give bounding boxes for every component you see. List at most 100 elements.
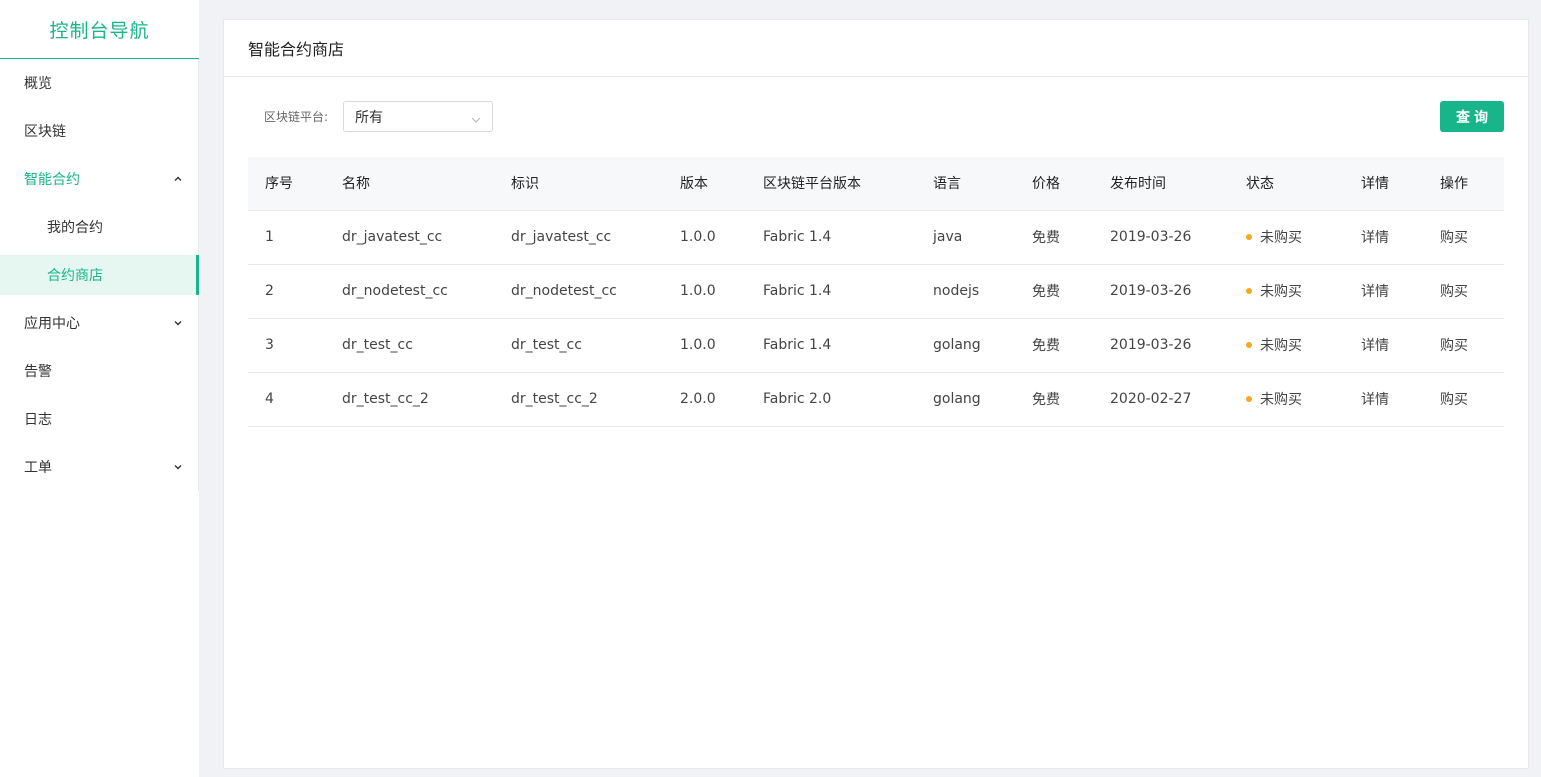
cell-name: dr_nodetest_cc xyxy=(342,264,511,319)
cell-version: 1.0.0 xyxy=(680,318,763,373)
cell-version: 2.0.0 xyxy=(680,372,763,427)
table-row: 3 dr_test_cc dr_test_cc 1.0.0 Fabric 1.4… xyxy=(248,318,1504,373)
cell-platform: Fabric 1.4 xyxy=(763,318,933,373)
detail-link[interactable]: 详情 xyxy=(1361,210,1440,265)
sidebar-item-label: 智能合约 xyxy=(24,172,80,188)
sidebar-item-app-center[interactable]: 应用中心 xyxy=(0,299,199,347)
buy-link[interactable]: 购买 xyxy=(1440,210,1504,265)
status-text: 未购买 xyxy=(1260,338,1302,354)
sidebar-item-overview[interactable]: 概览 xyxy=(0,59,199,107)
filter-bar: 区块链平台: 所有 查询 xyxy=(248,101,1504,133)
cell-id: dr_javatest_cc xyxy=(511,210,680,265)
detail-link[interactable]: 详情 xyxy=(1361,372,1440,427)
cell-language: java xyxy=(933,210,1032,265)
sidebar-item-smart-contract[interactable]: 智能合约 xyxy=(0,155,199,203)
platform-select[interactable]: 所有 xyxy=(343,101,493,132)
cell-name: dr_test_cc_2 xyxy=(342,372,511,427)
sidebar-item-label: 概览 xyxy=(24,76,52,92)
sidebar-item-contract-store[interactable]: 合约商店 xyxy=(0,255,199,295)
cell-price: 免费 xyxy=(1032,372,1110,427)
detail-link[interactable]: 详情 xyxy=(1361,318,1440,373)
sidebar-title: 控制台导航 xyxy=(0,0,199,59)
sidebar-item-blockchain[interactable]: 区块链 xyxy=(0,107,199,155)
cell-name: dr_javatest_cc xyxy=(342,210,511,265)
platform-select-value: 所有 xyxy=(355,109,383,126)
detail-link[interactable]: 详情 xyxy=(1361,264,1440,319)
cell-status: 未购买 xyxy=(1246,372,1361,427)
cell-price: 免费 xyxy=(1032,210,1110,265)
status-text: 未购买 xyxy=(1260,284,1302,300)
cell-language: nodejs xyxy=(933,264,1032,319)
buy-link[interactable]: 购买 xyxy=(1440,318,1504,373)
table-row: 4 dr_test_cc_2 dr_test_cc_2 2.0.0 Fabric… xyxy=(248,372,1504,427)
column-header: 语言 xyxy=(933,157,1032,211)
sidebar-item-label: 工单 xyxy=(24,460,52,476)
sidebar: 控制台导航 概览 区块链 智能合约 我的合约 合约商店 应用中心 告警 日志 工… xyxy=(0,0,199,777)
cell-status: 未购买 xyxy=(1246,318,1361,373)
sidebar-item-label: 我的合约 xyxy=(47,220,103,236)
cell-price: 免费 xyxy=(1032,318,1110,373)
query-button[interactable]: 查询 xyxy=(1440,101,1504,132)
column-header: 价格 xyxy=(1032,157,1110,211)
table-row: 1 dr_javatest_cc dr_javatest_cc 1.0.0 Fa… xyxy=(248,210,1504,265)
chevron-down-icon xyxy=(174,319,182,327)
sidebar-item-label: 告警 xyxy=(24,364,52,380)
column-header: 标识 xyxy=(511,157,680,211)
chevron-up-icon xyxy=(174,175,182,183)
column-header: 区块链平台版本 xyxy=(763,157,933,211)
main-panel: 智能合约商店 区块链平台: 所有 查询 序号 名称 标识 版本 区块链平台版本 … xyxy=(223,19,1529,769)
chevron-down-icon xyxy=(471,112,481,128)
sidebar-item-tickets[interactable]: 工单 xyxy=(0,443,199,491)
sidebar-item-alerts[interactable]: 告警 xyxy=(0,347,199,395)
sidebar-menu: 概览 区块链 智能合约 我的合约 合约商店 应用中心 告警 日志 工单 xyxy=(0,59,199,491)
status-dot-icon xyxy=(1246,396,1252,402)
table-row: 2 dr_nodetest_cc dr_nodetest_cc 1.0.0 Fa… xyxy=(248,264,1504,319)
buy-link[interactable]: 购买 xyxy=(1440,264,1504,319)
cell-language: golang xyxy=(933,372,1032,427)
platform-filter-label: 区块链平台: xyxy=(264,110,329,124)
cell-language: golang xyxy=(933,318,1032,373)
chevron-down-icon xyxy=(174,463,182,471)
cell-index: 3 xyxy=(248,318,342,373)
cell-status: 未购买 xyxy=(1246,264,1361,319)
contract-table: 序号 名称 标识 版本 区块链平台版本 语言 价格 发布时间 状态 详情 操作 … xyxy=(248,157,1504,427)
column-header: 版本 xyxy=(680,157,763,211)
status-text: 未购买 xyxy=(1260,392,1302,408)
cell-name: dr_test_cc xyxy=(342,318,511,373)
column-header: 序号 xyxy=(248,157,342,211)
column-header: 发布时间 xyxy=(1110,157,1246,211)
cell-platform: Fabric 1.4 xyxy=(763,210,933,265)
cell-date: 2019-03-26 xyxy=(1110,210,1246,265)
status-dot-icon xyxy=(1246,234,1252,240)
buy-link[interactable]: 购买 xyxy=(1440,372,1504,427)
column-header: 状态 xyxy=(1246,157,1361,211)
sidebar-item-label: 应用中心 xyxy=(24,316,80,332)
column-header: 名称 xyxy=(342,157,511,211)
cell-date: 2019-03-26 xyxy=(1110,318,1246,373)
cell-date: 2019-03-26 xyxy=(1110,264,1246,319)
sidebar-item-label: 合约商店 xyxy=(47,268,103,284)
cell-platform: Fabric 1.4 xyxy=(763,264,933,319)
sidebar-item-label: 区块链 xyxy=(24,124,66,140)
sidebar-item-label: 日志 xyxy=(24,412,52,428)
column-header: 操作 xyxy=(1440,157,1504,211)
cell-index: 1 xyxy=(248,210,342,265)
cell-version: 1.0.0 xyxy=(680,264,763,319)
sidebar-item-my-contracts[interactable]: 我的合约 xyxy=(0,203,199,251)
cell-id: dr_test_cc_2 xyxy=(511,372,680,427)
cell-status: 未购买 xyxy=(1246,210,1361,265)
cell-id: dr_nodetest_cc xyxy=(511,264,680,319)
status-dot-icon xyxy=(1246,342,1252,348)
cell-index: 4 xyxy=(248,372,342,427)
table-header-row: 序号 名称 标识 版本 区块链平台版本 语言 价格 发布时间 状态 详情 操作 xyxy=(248,157,1504,211)
status-text: 未购买 xyxy=(1260,230,1302,246)
status-dot-icon xyxy=(1246,288,1252,294)
cell-date: 2020-02-27 xyxy=(1110,372,1246,427)
cell-id: dr_test_cc xyxy=(511,318,680,373)
column-header: 详情 xyxy=(1361,157,1440,211)
cell-index: 2 xyxy=(248,264,342,319)
sidebar-item-logs[interactable]: 日志 xyxy=(0,395,199,443)
cell-version: 1.0.0 xyxy=(680,210,763,265)
page-title: 智能合约商店 xyxy=(224,20,1528,77)
cell-price: 免费 xyxy=(1032,264,1110,319)
